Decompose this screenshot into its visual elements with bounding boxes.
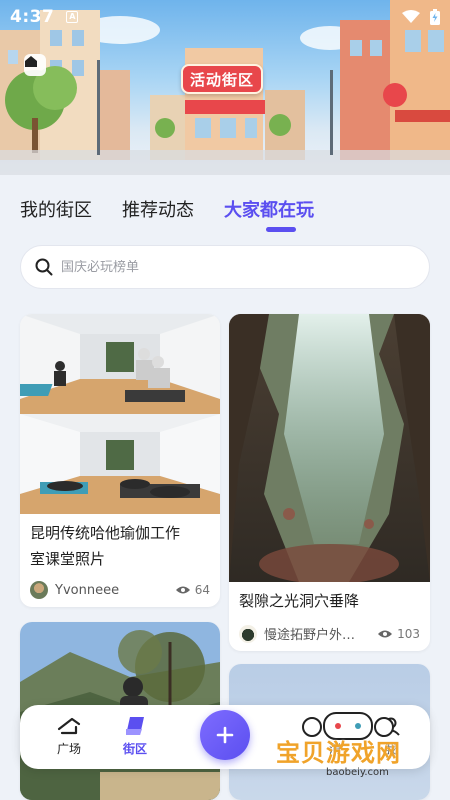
feed-card-cave[interactable]: 裂隙之光洞穴垂降 慢途拓野户外… 103 xyxy=(229,314,430,651)
card-meta: Yvonneee 64 xyxy=(30,581,210,599)
nav-plaza[interactable]: 广场 xyxy=(44,715,94,757)
eye-icon xyxy=(378,630,393,637)
nav-messages[interactable]: 消 xyxy=(310,715,360,757)
avatar[interactable] xyxy=(30,581,48,599)
activity-street-sign: 活动街区 xyxy=(181,64,263,94)
nav-plaza-label: 广场 xyxy=(56,742,81,756)
search-bar[interactable] xyxy=(20,245,430,289)
search-icon xyxy=(35,258,53,276)
nav-profile[interactable]: 我 xyxy=(366,715,416,757)
author-name[interactable]: 慢途拓野户外… xyxy=(264,624,355,643)
view-count-value: 64 xyxy=(194,583,210,597)
plus-icon xyxy=(216,726,234,744)
add-post-button[interactable] xyxy=(200,710,250,760)
view-count: 103 xyxy=(378,627,420,641)
wifi-icon xyxy=(402,10,420,23)
home-icon[interactable] xyxy=(24,54,46,76)
yoga-studio-photo xyxy=(20,314,220,514)
plaza-icon xyxy=(57,717,81,735)
feed-card-yoga[interactable]: 昆明传统哈他瑜伽工作 室课堂照片 Yvonneee 64 xyxy=(20,314,220,607)
street-icon xyxy=(126,717,144,735)
active-tab-indicator xyxy=(266,227,296,232)
avatar[interactable] xyxy=(239,624,257,643)
nav-street-label: 街区 xyxy=(122,742,147,756)
nav-street[interactable]: 街区 xyxy=(110,715,160,757)
cave-light-photo xyxy=(229,314,430,582)
status-bar: 4:37 A xyxy=(0,0,450,34)
battery-icon xyxy=(430,9,440,25)
message-icon xyxy=(326,718,344,732)
card-title: 裂隙之光洞穴垂降 xyxy=(239,592,360,610)
feed-tabs: 我的街区 推荐动态 大家都在玩 xyxy=(20,196,314,222)
eye-icon xyxy=(175,586,190,594)
view-count: 64 xyxy=(175,583,210,597)
card-meta: 慢途拓野户外… 103 xyxy=(239,624,420,643)
view-count-value: 103 xyxy=(397,626,420,641)
tab-my-street[interactable]: 我的街区 xyxy=(20,196,92,222)
search-input[interactable] xyxy=(61,259,401,275)
nav-messages-label: 消 xyxy=(328,742,341,756)
status-time: 4:37 xyxy=(10,7,55,27)
status-icons xyxy=(402,9,440,25)
bottom-navigation: 广场 街区 消 我 xyxy=(20,705,430,769)
card-title-line: 昆明传统哈他瑜伽工作 xyxy=(30,524,181,542)
profile-icon xyxy=(382,717,400,736)
notification-icon: A xyxy=(66,11,79,23)
card-title-line: 室课堂照片 xyxy=(30,550,106,568)
tab-recommended[interactable]: 推荐动态 xyxy=(122,196,194,222)
nav-profile-label: 我 xyxy=(384,742,397,756)
tab-everyone-playing[interactable]: 大家都在玩 xyxy=(224,196,314,222)
author-name[interactable]: Yvonneee xyxy=(55,583,119,598)
